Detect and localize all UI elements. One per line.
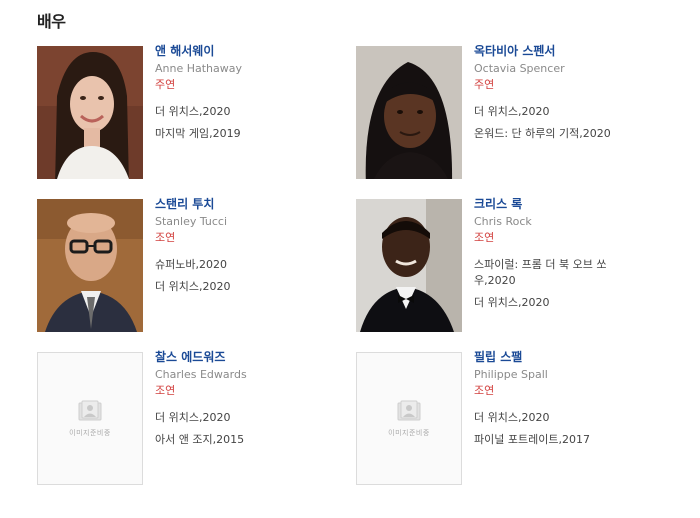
actor-role: 조연	[474, 384, 495, 397]
actor-photo-chris-rock[interactable]	[356, 199, 462, 332]
filmography-list: 더 위치스,2020 파이널 포트레이트,2017	[474, 410, 674, 448]
filmography-item[interactable]: 더 위치스,2020	[155, 104, 355, 120]
actor-name-link[interactable]: 찰스 에드워즈	[155, 350, 355, 365]
actor-card: 이미지준비중 필립 스팰 Philippe Spall 조연 더 위치스,202…	[356, 350, 676, 492]
filmography-item[interactable]: 더 위치스,2020	[474, 295, 674, 311]
filmography-item[interactable]: 마지막 게임,2019	[155, 126, 355, 142]
image-placeholder-icon	[78, 400, 102, 420]
actor-card: 스탠리 투치 Stanley Tucci 조연 슈퍼노바,2020 더 위치스,…	[37, 197, 357, 339]
actor-card: 앤 해서웨이 Anne Hathaway 주연 더 위치스,2020 마지막 게…	[37, 44, 357, 186]
filmography-item[interactable]: 스파이럴: 프롬 더 북 오브 쏘우,2020	[474, 257, 639, 289]
actor-name-link[interactable]: 필립 스팰	[474, 350, 674, 365]
actor-name-link[interactable]: 스탠리 투치	[155, 197, 355, 212]
filmography-item[interactable]: 더 위치스,2020	[474, 410, 674, 426]
actor-photo-octavia-spencer[interactable]	[356, 46, 462, 179]
actor-role: 조연	[155, 231, 176, 244]
filmography-list: 더 위치스,2020 아서 앤 조지,2015	[155, 410, 355, 448]
actor-english-name: Philippe Spall	[474, 368, 548, 381]
actor-name-link[interactable]: 앤 해서웨이	[155, 44, 355, 59]
actor-role: 주연	[474, 78, 495, 91]
filmography-list: 더 위치스,2020 온워드: 단 하루의 기적,2020	[474, 104, 674, 142]
actor-photo-placeholder[interactable]: 이미지준비중	[356, 352, 462, 485]
actor-photo-placeholder[interactable]: 이미지준비중	[37, 352, 143, 485]
image-placeholder-icon	[397, 400, 421, 420]
actor-english-name: Octavia Spencer	[474, 62, 565, 75]
placeholder-text: 이미지준비중	[69, 428, 111, 437]
actor-role: 주연	[155, 78, 176, 91]
filmography-item[interactable]: 아서 앤 조지,2015	[155, 432, 355, 448]
actor-english-name: Anne Hathaway	[155, 62, 243, 75]
filmography-list: 슈퍼노바,2020 더 위치스,2020	[155, 257, 355, 295]
actor-role: 조연	[155, 384, 176, 397]
filmography-list: 스파이럴: 프롬 더 북 오브 쏘우,2020 더 위치스,2020	[474, 257, 674, 311]
actor-english-name: Charles Edwards	[155, 368, 247, 381]
filmography-item[interactable]: 온워드: 단 하루의 기적,2020	[474, 126, 674, 142]
actor-card: 크리스 록 Chris Rock 조연 스파이럴: 프롬 더 북 오브 쏘우,2…	[356, 197, 676, 339]
actor-photo-anne-hathaway[interactable]	[37, 46, 143, 179]
actor-english-name: Stanley Tucci	[155, 215, 228, 228]
filmography-item[interactable]: 더 위치스,2020	[474, 104, 674, 120]
section-title: 배우	[37, 12, 66, 31]
filmography-item[interactable]: 더 위치스,2020	[155, 410, 355, 426]
filmography-item[interactable]: 파이널 포트레이트,2017	[474, 432, 674, 448]
filmography-list: 더 위치스,2020 마지막 게임,2019	[155, 104, 355, 142]
actor-photo-stanley-tucci[interactable]	[37, 199, 143, 332]
actor-name-link[interactable]: 옥타비아 스펜서	[474, 44, 674, 59]
filmography-item[interactable]: 더 위치스,2020	[155, 279, 355, 295]
actor-card: 이미지준비중 찰스 에드워즈 Charles Edwards 조연 더 위치스,…	[37, 350, 357, 492]
filmography-item[interactable]: 슈퍼노바,2020	[155, 257, 355, 273]
actor-name-link[interactable]: 크리스 록	[474, 197, 674, 212]
actor-role: 조연	[474, 231, 495, 244]
placeholder-text: 이미지준비중	[388, 428, 430, 437]
actor-card: 옥타비아 스펜서 Octavia Spencer 주연 더 위치스,2020 온…	[356, 44, 676, 186]
actor-english-name: Chris Rock	[474, 215, 532, 228]
